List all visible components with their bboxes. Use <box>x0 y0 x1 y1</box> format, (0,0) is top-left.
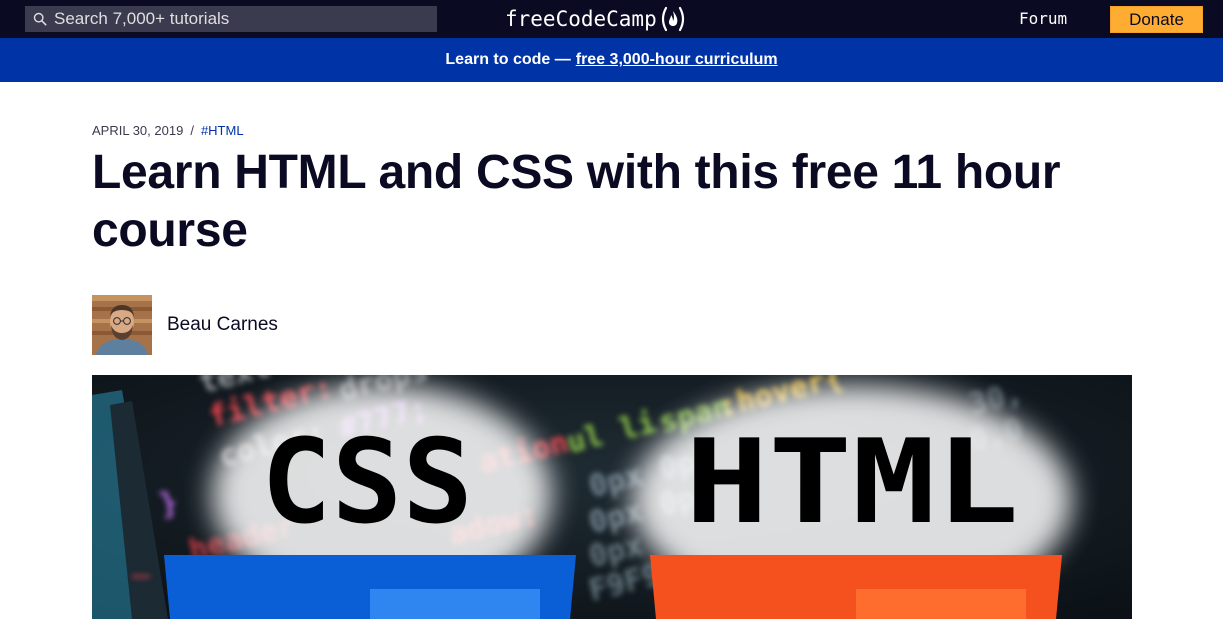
curriculum-banner: Learn to code — free 3,000-hour curricul… <box>0 38 1223 82</box>
author-avatar[interactable] <box>92 295 152 355</box>
brand-name: freeCodeCamp <box>505 7 657 31</box>
top-navbar: freeCodeCamp Forum Donate <box>0 0 1223 38</box>
search-input[interactable] <box>54 7 434 31</box>
forum-link[interactable]: Forum <box>1019 9 1067 28</box>
hero-css-label: CSS <box>261 415 473 550</box>
svg-text:_: _ <box>132 544 151 579</box>
post-hero-image: text filter: drops color: #777; ation ul… <box>92 375 1132 619</box>
post-meta: APRIL 30, 2019 / #HTML <box>92 123 244 138</box>
fcc-logo-link[interactable]: freeCodeCamp <box>505 4 689 34</box>
donate-button[interactable]: Donate <box>1110 6 1203 33</box>
curriculum-link[interactable]: free 3,000-hour curriculum <box>576 51 778 69</box>
fcc-flame-icon <box>658 6 688 32</box>
author-name: Beau Carnes <box>167 314 278 335</box>
post-tag-link[interactable]: #HTML <box>201 123 244 138</box>
post-title: Learn HTML and CSS with this free 11 hou… <box>92 146 1061 257</box>
meta-separator: / <box>190 123 194 138</box>
banner-text: Learn to code — <box>445 51 571 68</box>
search-icon <box>33 12 47 26</box>
hero-html-label: HTML <box>685 415 1019 550</box>
author-card[interactable]: Beau Carnes <box>92 295 278 355</box>
post-date: APRIL 30, 2019 <box>92 123 184 138</box>
search-box[interactable] <box>25 6 437 32</box>
